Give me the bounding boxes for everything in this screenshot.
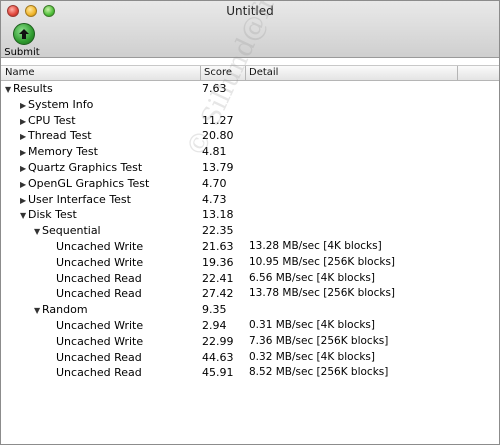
- row-label: Uncached Write: [56, 239, 144, 253]
- outline-row[interactable]: ▶ OpenGL Graphics Test 4.70: [1, 176, 499, 192]
- row-name: ▶ System Info: [20, 98, 93, 111]
- disclosure-open-icon[interactable]: ▼: [5, 85, 13, 94]
- row-name: Uncached Write: [56, 240, 143, 253]
- row-label: System Info: [28, 97, 94, 111]
- row-name: ▶ OpenGL Graphics Test: [20, 177, 149, 190]
- row-name: ▼ Disk Test: [20, 208, 77, 221]
- outline-row[interactable]: Uncached Write 22.99 7.36 MB/sec [256K blo…: [1, 334, 499, 350]
- outline-row[interactable]: ▼ Results 7.63: [1, 81, 499, 97]
- row-score: 19.36: [202, 255, 234, 269]
- outline-row[interactable]: ▶ Quartz Graphics Test 13.79: [1, 160, 499, 176]
- row-label: Uncached Write: [56, 318, 144, 332]
- outline-row[interactable]: ▼ Disk Test 13.18: [1, 207, 499, 223]
- row-name: ▶ CPU Test: [20, 114, 76, 127]
- outline-row[interactable]: ▼ Sequential 22.35: [1, 223, 499, 239]
- row-label: Uncached Read: [56, 271, 142, 285]
- row-label: Uncached Read: [56, 287, 142, 301]
- row-score: 22.41: [202, 271, 234, 285]
- row-detail: 7.36 MB/sec [256K blocks]: [249, 334, 389, 347]
- submit-button[interactable]: Submit: [4, 23, 41, 58]
- disclosure-open-icon[interactable]: ▼: [34, 306, 42, 315]
- row-label: Thread Test: [28, 129, 92, 143]
- row-detail: 13.28 MB/sec [4K blocks]: [249, 239, 382, 252]
- row-score: 22.99: [202, 334, 234, 348]
- row-score: 44.63: [202, 350, 234, 364]
- row-label: OpenGL Graphics Test: [28, 176, 150, 190]
- row-name: ▼ Sequential: [34, 224, 101, 237]
- row-name: Uncached Write: [56, 335, 143, 348]
- row-label: Results: [13, 82, 53, 95]
- row-score: 45.91: [202, 366, 234, 380]
- row-detail: 0.32 MB/sec [4K blocks]: [249, 350, 375, 363]
- outline-row[interactable]: Uncached Read 27.42 13.78 MB/sec [256K blo…: [1, 286, 499, 302]
- app-window: Untitled Submit Name Score Detail ▼ Resul…: [0, 0, 500, 445]
- row-label: User Interface Test: [28, 192, 131, 206]
- row-detail: 13.78 MB/sec [256K blocks]: [249, 287, 396, 300]
- outline-row[interactable]: ▶ User Interface Test 4.73: [1, 192, 499, 208]
- row-score: 22.35: [202, 224, 234, 238]
- row-name: Uncached Write: [56, 319, 143, 332]
- disclosure-closed-icon[interactable]: ▶: [20, 101, 28, 110]
- outline-row[interactable]: ▶ CPU Test 11.27: [1, 113, 499, 129]
- row-label: Disk Test: [28, 208, 77, 222]
- submit-label: Submit: [4, 47, 40, 58]
- row-label: Random: [42, 303, 88, 317]
- row-name: ▶ Memory Test: [20, 145, 98, 158]
- row-score: 13.18: [202, 208, 234, 222]
- row-score: 27.42: [202, 287, 234, 301]
- row-name: ▶ Quartz Graphics Test: [20, 161, 142, 174]
- row-detail: 8.52 MB/sec [256K blocks]: [249, 366, 389, 379]
- row-score: 13.79: [202, 160, 234, 174]
- row-detail: 6.56 MB/sec [4K blocks]: [249, 271, 375, 284]
- column-header-name[interactable]: Name: [5, 67, 35, 78]
- row-name: ▶ User Interface Test: [20, 193, 131, 206]
- row-score: 4.73: [202, 192, 227, 206]
- outline-row[interactable]: Uncached Write 2.94 0.31 MB/sec [4K blocks…: [1, 318, 499, 334]
- disclosure-closed-icon[interactable]: ▶: [20, 132, 28, 141]
- disclosure-closed-icon[interactable]: ▶: [20, 180, 28, 189]
- row-detail: 0.31 MB/sec [4K blocks]: [249, 318, 375, 331]
- row-detail: 10.95 MB/sec [256K blocks]: [249, 255, 396, 268]
- row-score: 21.63: [202, 239, 234, 253]
- outline-row[interactable]: ▼ Random 9.35: [1, 302, 499, 318]
- row-name: Uncached Read: [56, 287, 142, 300]
- up-arrow-icon: [13, 23, 35, 45]
- row-name: Uncached Read: [56, 272, 142, 285]
- column-header-detail[interactable]: Detail: [249, 67, 278, 78]
- column-divider[interactable]: [200, 66, 201, 80]
- outline-row[interactable]: Uncached Read 45.91 8.52 MB/sec [256K bloc…: [1, 365, 499, 381]
- row-score: 9.35: [202, 303, 227, 317]
- row-name: ▶ Thread Test: [20, 129, 92, 142]
- outline-row[interactable]: ▶ System Info: [1, 97, 499, 113]
- row-name: Uncached Read: [56, 351, 142, 364]
- row-score: 4.70: [202, 176, 227, 190]
- results-outline: ▼ Results 7.63 ▶ System Info ▶ CPU Test 11.27 ▶ T…: [1, 81, 499, 381]
- row-name: Uncached Read: [56, 366, 142, 379]
- row-label: Sequential: [42, 224, 101, 238]
- outline-row[interactable]: Uncached Write 19.36 10.95 MB/sec [256K bl…: [1, 255, 499, 271]
- disclosure-open-icon[interactable]: ▼: [34, 227, 42, 236]
- column-divider[interactable]: [457, 66, 458, 80]
- row-name: Uncached Write: [56, 256, 143, 269]
- row-score: 2.94: [202, 318, 227, 332]
- row-name: ▼ Results: [5, 82, 53, 95]
- disclosure-closed-icon[interactable]: ▶: [20, 148, 28, 157]
- disclosure-closed-icon[interactable]: ▶: [20, 117, 28, 126]
- outline-row[interactable]: Uncached Write 21.63 13.28 MB/sec [4K bloc…: [1, 239, 499, 255]
- outline-row[interactable]: Uncached Read 44.63 0.32 MB/sec [4K blocks…: [1, 350, 499, 366]
- row-name: ▼ Random: [34, 303, 88, 316]
- disclosure-closed-icon[interactable]: ▶: [20, 164, 28, 173]
- row-label: CPU Test: [28, 113, 76, 127]
- row-label: Uncached Write: [56, 255, 144, 269]
- outline-row[interactable]: ▶ Thread Test 20.80: [1, 128, 499, 144]
- row-label: Uncached Read: [56, 366, 142, 380]
- row-label: Memory Test: [28, 145, 98, 159]
- disclosure-open-icon[interactable]: ▼: [20, 211, 28, 220]
- outline-row[interactable]: ▶ Memory Test 4.81: [1, 144, 499, 160]
- disclosure-closed-icon[interactable]: ▶: [20, 196, 28, 205]
- row-label: Uncached Write: [56, 334, 144, 348]
- outline-row[interactable]: Uncached Read 22.41 6.56 MB/sec [4K blocks…: [1, 271, 499, 287]
- row-label: Uncached Read: [56, 350, 142, 364]
- row-label: Quartz Graphics Test: [28, 160, 143, 174]
